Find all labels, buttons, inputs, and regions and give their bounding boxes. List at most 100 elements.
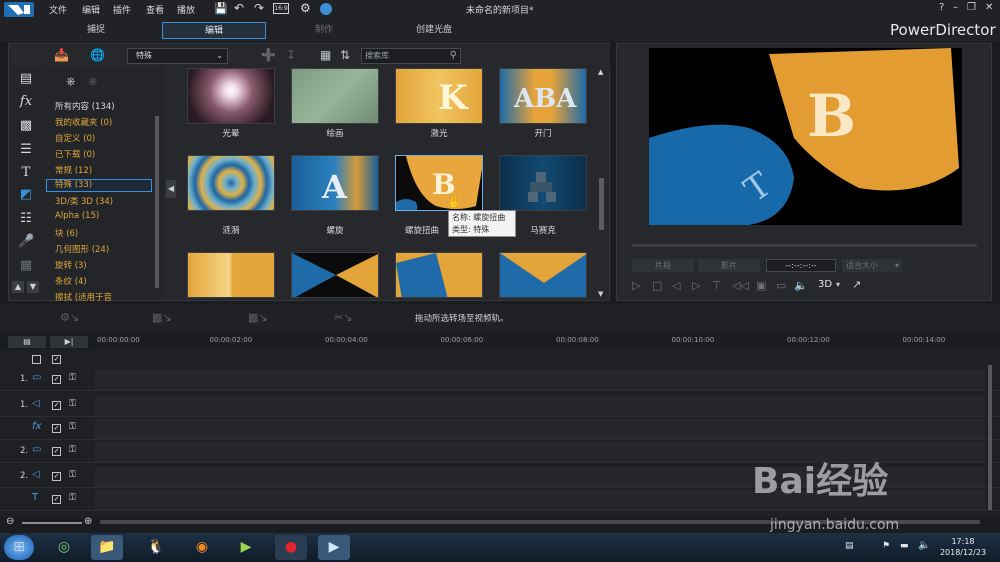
- tab-capture[interactable]: 捕捉: [40, 22, 152, 39]
- lock-icon[interactable]: ⚿: [69, 445, 76, 455]
- timeline-vscroll[interactable]: [988, 365, 992, 510]
- media-player-icon[interactable]: ▶: [230, 535, 262, 560]
- movie-mode-button[interactable]: 影片: [698, 259, 760, 272]
- transition-thumb-spiral-twist[interactable]: B: [395, 155, 483, 211]
- play-icon[interactable]: ▷: [632, 279, 640, 292]
- file-explorer-icon[interactable]: 📁: [91, 535, 123, 560]
- chapter-room-icon[interactable]: ▦: [18, 258, 34, 273]
- transition-thumb-glow[interactable]: [187, 68, 275, 124]
- track-lane[interactable]: [95, 396, 985, 416]
- transition-thumb[interactable]: [187, 252, 275, 298]
- lock-icon[interactable]: ⚿: [69, 493, 76, 503]
- grid-scroll-down-icon[interactable]: ▼: [598, 290, 603, 298]
- track-enable-checkbox[interactable]: ✓: [52, 472, 61, 481]
- restore-icon[interactable]: ❐: [967, 2, 976, 13]
- tab-create-disc[interactable]: 创建光盘: [380, 22, 488, 39]
- volume-icon[interactable]: 🔈: [794, 279, 808, 292]
- minimize-icon[interactable]: –: [953, 2, 958, 13]
- tray-flag-icon[interactable]: ⚑: [882, 541, 890, 551]
- collapse-panel-button[interactable]: ◀: [166, 180, 176, 198]
- tray-power-icon[interactable]: ▬: [900, 541, 909, 551]
- tool-icon[interactable]: ⚙↘: [60, 311, 79, 324]
- tab-edit[interactable]: 编辑: [162, 22, 266, 39]
- library-search-input[interactable]: 搜索库 ⚲: [361, 48, 461, 64]
- transition-thumb-spiral[interactable]: A: [291, 155, 379, 211]
- timeline-track[interactable]: 1. ▭ ✓ ⚿: [0, 369, 1000, 391]
- prev-frame-icon[interactable]: ◁: [672, 279, 680, 292]
- zoom-select[interactable]: 适合大小 ▾: [842, 259, 902, 272]
- rail-up-icon[interactable]: ▲: [12, 281, 24, 293]
- media-room-icon[interactable]: ▤: [18, 71, 34, 86]
- category-item[interactable]: 条纹 (4): [55, 275, 87, 287]
- add-to-favorites-icon[interactable]: ➕: [261, 48, 276, 62]
- globe-icon[interactable]: 🌐: [90, 48, 105, 62]
- tool-icon[interactable]: ▩↘: [152, 311, 172, 324]
- menu-file[interactable]: 文件: [49, 3, 67, 16]
- category-item[interactable]: 块 (6): [55, 227, 78, 239]
- import-media-icon[interactable]: 📥: [54, 48, 69, 62]
- undock-icon[interactable]: ↗: [852, 278, 861, 291]
- tag-delete-icon[interactable]: ⎈: [88, 74, 98, 89]
- track-lane[interactable]: [95, 370, 985, 390]
- rail-down-icon[interactable]: ▼: [27, 281, 39, 293]
- category-item[interactable]: Alpha (15): [55, 211, 99, 221]
- transition-thumb[interactable]: [395, 252, 483, 298]
- category-item[interactable]: 常规 (12): [55, 164, 92, 176]
- firefox-icon[interactable]: ◉: [186, 535, 218, 560]
- powerdirector-task-icon[interactable]: ▶: [318, 535, 350, 560]
- zoom-slider[interactable]: [22, 522, 82, 524]
- category-item[interactable]: 3D/类 3D (34): [55, 195, 113, 207]
- tab-produce[interactable]: 制作: [270, 22, 378, 39]
- grid-scroll-up-icon[interactable]: ▲: [598, 68, 603, 76]
- menu-plugins[interactable]: 插件: [113, 3, 131, 16]
- category-item[interactable]: 几何图形 (24): [55, 243, 109, 255]
- timeline-view-toggle[interactable]: ▤: [8, 336, 46, 348]
- timeline-ruler[interactable]: 00:00:00:00 00:00:02:00 00:00:04:00 00:00:0…: [95, 334, 1000, 350]
- snapshot-icon[interactable]: ▣: [756, 279, 766, 292]
- storyboard-toggle[interactable]: ▶|: [50, 336, 88, 348]
- sort-icon[interactable]: ⇅: [340, 48, 350, 62]
- chevron-down-icon[interactable]: ▾: [836, 280, 840, 289]
- lock-icon[interactable]: ⚿: [69, 373, 76, 383]
- transition-room-icon[interactable]: ◩: [18, 187, 34, 202]
- help-icon[interactable]: ?: [939, 2, 944, 13]
- next-frame-icon[interactable]: ▷: [692, 279, 700, 292]
- category-scrollbar[interactable]: [155, 116, 159, 288]
- zoom-out-icon[interactable]: ⊖: [6, 516, 14, 527]
- download-icon[interactable]: ↧: [286, 48, 296, 62]
- search-icon[interactable]: ⚲: [450, 49, 457, 63]
- transition-thumb-door[interactable]: ABA: [499, 68, 587, 124]
- transition-thumb-mosaic[interactable]: [499, 155, 587, 211]
- track-enable-checkbox[interactable]: ✓: [52, 375, 61, 384]
- lock-icon[interactable]: ⚿: [69, 399, 76, 409]
- voice-over-icon[interactable]: 🎤: [18, 234, 34, 249]
- track-lane[interactable]: [95, 419, 985, 439]
- browser-360-icon[interactable]: ◎: [48, 535, 80, 560]
- category-item[interactable]: 自定义 (0): [55, 132, 95, 144]
- timecode-display[interactable]: --:--:--:--: [766, 259, 836, 272]
- zoom-in-icon[interactable]: ⊕: [84, 516, 92, 527]
- lock-icon[interactable]: ⚿: [69, 470, 76, 480]
- track-enable-checkbox[interactable]: ✓: [52, 495, 61, 504]
- 3d-mode-button[interactable]: 3D: [818, 279, 832, 290]
- grid-view-icon[interactable]: ▦: [320, 48, 331, 62]
- category-filter-select[interactable]: 特殊 ⌄: [127, 48, 228, 64]
- display-icon[interactable]: ▭: [776, 279, 786, 292]
- undo-icon[interactable]: ↶: [234, 1, 244, 15]
- close-icon[interactable]: ✕: [985, 2, 993, 13]
- pip-room-icon[interactable]: ▩: [18, 118, 34, 133]
- tag-icon[interactable]: ⎈: [66, 74, 76, 89]
- qq-icon[interactable]: 🐧: [140, 535, 172, 560]
- upgrade-icon[interactable]: [320, 3, 332, 15]
- track-enable-checkbox[interactable]: ✓: [52, 424, 61, 433]
- transition-thumb-painting[interactable]: [291, 68, 379, 124]
- system-clock[interactable]: 17:18 2018/12/23: [938, 536, 988, 558]
- timeline-track[interactable]: fx ✓ ⚿: [0, 418, 1000, 440]
- category-item[interactable]: 擦拭 (适用于音: [55, 291, 112, 303]
- settings-gear-icon[interactable]: ⚙: [300, 1, 311, 15]
- particle-room-icon[interactable]: ☰: [18, 142, 34, 157]
- transition-thumb-ripple[interactable]: [187, 155, 275, 211]
- recorder-icon[interactable]: ●: [275, 535, 307, 560]
- stop-icon[interactable]: □: [652, 279, 662, 292]
- fx-room-icon[interactable]: fx: [18, 94, 34, 109]
